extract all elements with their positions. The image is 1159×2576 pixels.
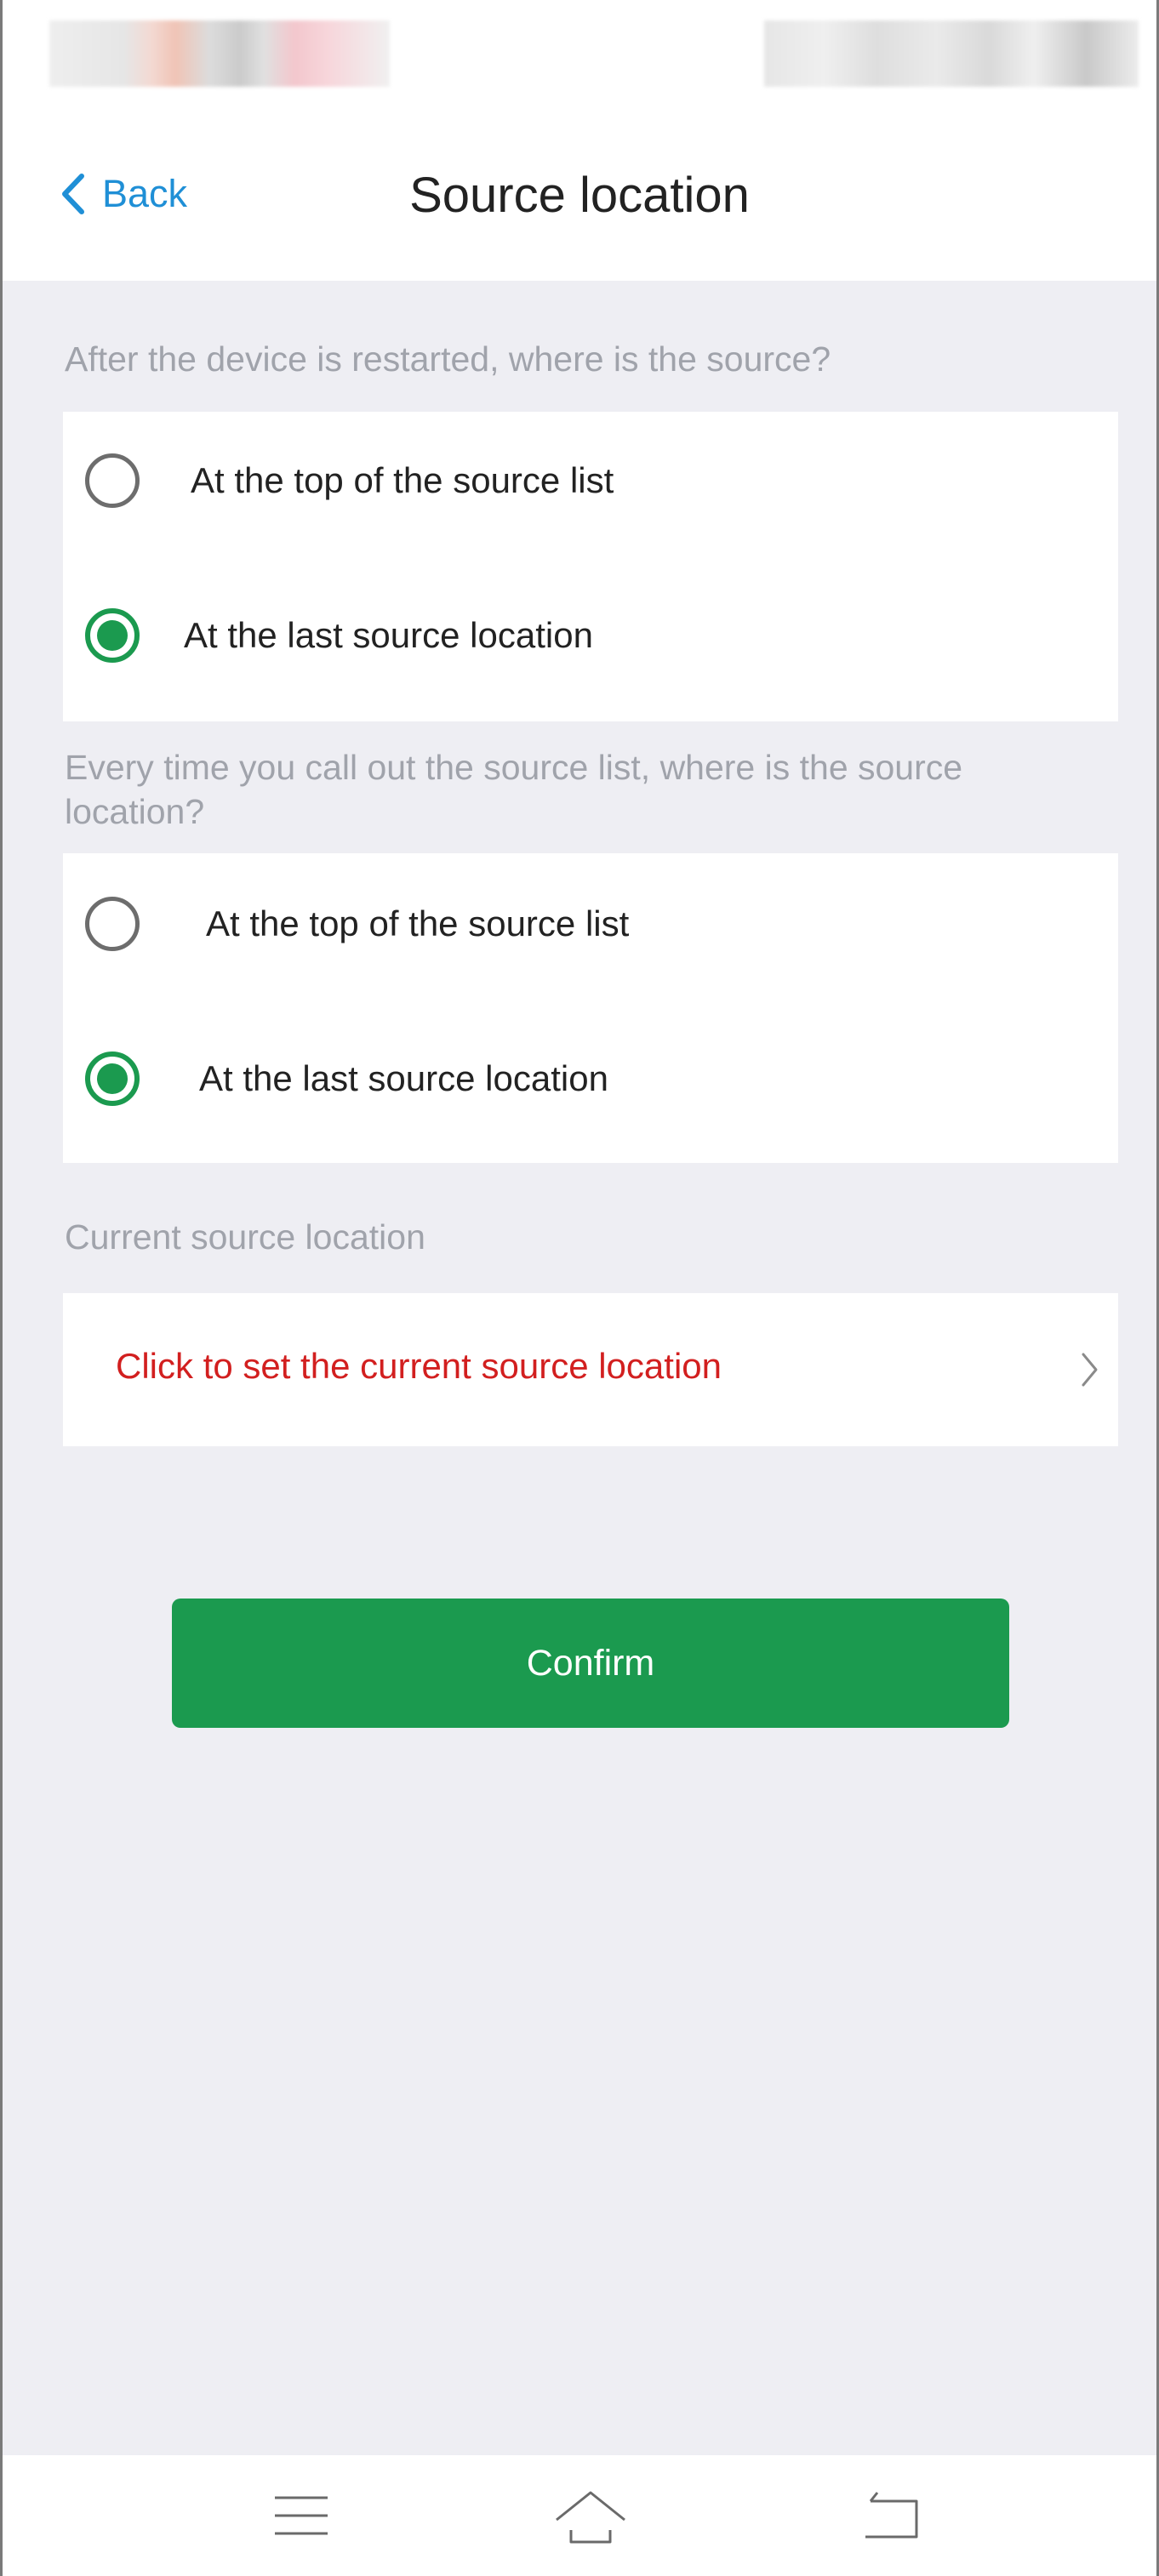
radio-unchecked-icon[interactable] bbox=[85, 897, 140, 951]
call-out-options-card: At the top of the source list At the las… bbox=[63, 853, 1118, 1163]
radio-checked-icon[interactable] bbox=[85, 608, 140, 663]
current-location-label: Current source location bbox=[65, 1217, 425, 1257]
app-screen: Back Source location After the device is… bbox=[0, 0, 1159, 2576]
system-navigation-bar bbox=[3, 2455, 1156, 2576]
radio-unchecked-icon[interactable] bbox=[85, 453, 140, 508]
option-label: At the top of the source list bbox=[206, 903, 630, 943]
option-label: At the top of the source list bbox=[191, 460, 614, 500]
restart-option-last-location[interactable]: At the last source location bbox=[63, 572, 1118, 699]
option-label: At the last source location bbox=[199, 1058, 608, 1098]
status-bar-left-redacted bbox=[49, 20, 390, 87]
status-bar-right-redacted bbox=[764, 20, 1139, 87]
confirm-button[interactable]: Confirm bbox=[172, 1599, 1009, 1728]
set-current-location-row[interactable]: Click to set the current source location bbox=[63, 1293, 1118, 1446]
restart-options-card: At the top of the source list At the las… bbox=[63, 412, 1118, 721]
chevron-right-icon bbox=[1082, 1353, 1098, 1387]
call-out-section-label: Every time you call out the source list,… bbox=[65, 748, 963, 831]
call-out-option-last-location[interactable]: At the last source location bbox=[63, 1015, 1118, 1143]
status-bar bbox=[3, 0, 1156, 102]
option-label: At the last source location bbox=[184, 615, 593, 655]
page-title: Source location bbox=[409, 168, 750, 223]
set-current-location-link[interactable]: Click to set the current source location bbox=[116, 1346, 722, 1387]
home-icon[interactable] bbox=[554, 2489, 627, 2545]
menu-icon[interactable] bbox=[273, 2489, 329, 2542]
back-nav-icon[interactable] bbox=[862, 2489, 923, 2542]
restart-section-label: After the device is restarted, where is … bbox=[65, 339, 831, 379]
restart-option-top-of-list[interactable]: At the top of the source list bbox=[63, 417, 1118, 544]
navigation-bar: Back Source location bbox=[3, 102, 1156, 281]
call-out-option-top-of-list[interactable]: At the top of the source list bbox=[63, 860, 1118, 988]
radio-checked-icon[interactable] bbox=[85, 1051, 140, 1106]
